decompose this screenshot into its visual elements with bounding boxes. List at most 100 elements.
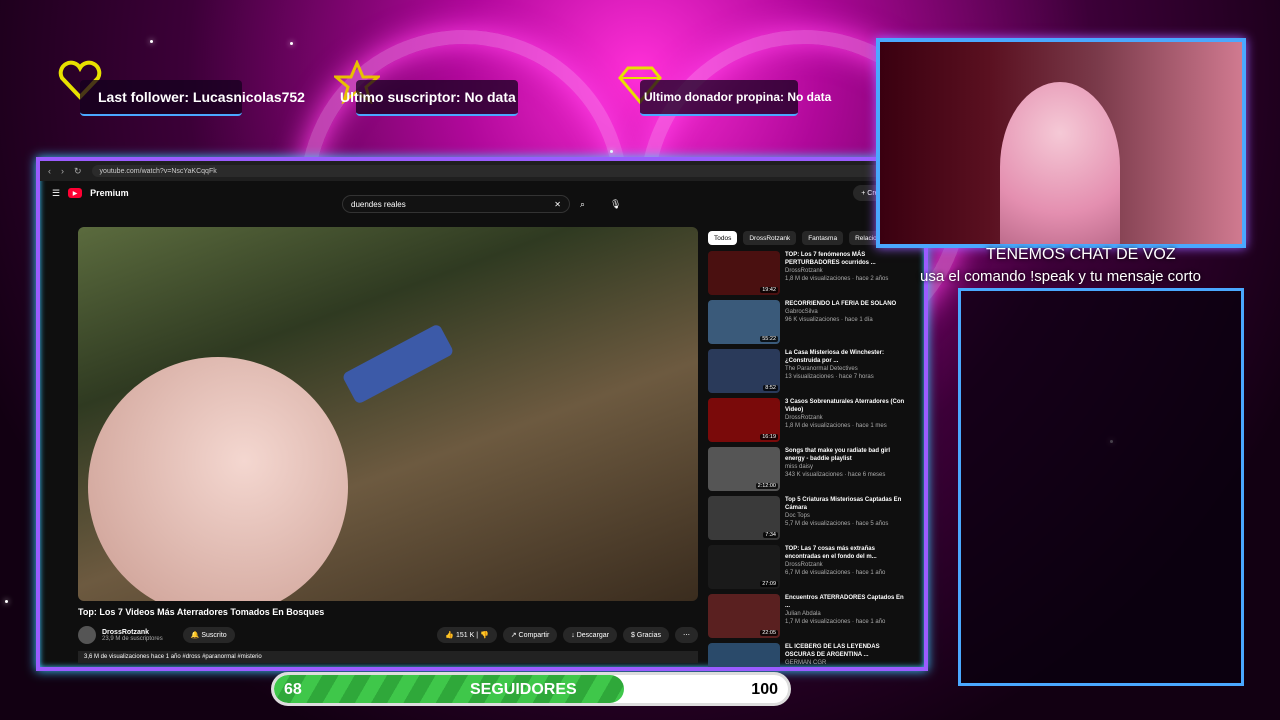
rec-meta: 343 K visualizaciones · hace 6 meses xyxy=(785,472,886,478)
rec-meta: 1,8 M de visualizaciones · hace 2 años xyxy=(785,276,889,282)
channel-row: DrossRotzank 23,9 M de suscriptores 🔔 Su… xyxy=(78,623,698,647)
rec-info: RECORRIENDO LA FERIA DE SOLANO GabrocSilv… xyxy=(785,300,896,346)
rec-thumbnail[interactable]: 27:09 xyxy=(708,545,780,589)
rec-info: La Casa Misteriosa de Winchester: ¿Const… xyxy=(785,349,908,395)
address-bar[interactable]: youtube.com/watch?v=NscYaKCqqFk xyxy=(91,165,898,177)
recommendation-item[interactable]: 2:12:00 Songs that make you radiate bad g… xyxy=(708,447,908,493)
channel-name[interactable]: DrossRotzank xyxy=(102,629,163,636)
rec-title[interactable]: TOP: Los 7 fenómenos MÁS PERTURBADORES o… xyxy=(785,251,908,267)
subscribe-button[interactable]: 🔔 Suscrito xyxy=(182,627,235,643)
search-value: duendes reales xyxy=(351,199,406,209)
rec-meta: 96 K visualizaciones · hace 1 día xyxy=(785,317,873,323)
rec-channel[interactable]: DrossRotzank xyxy=(785,267,908,275)
last-follower-alert: Last follower: Lucasnicolas752 xyxy=(80,80,305,116)
menu-icon[interactable]: ☰ xyxy=(52,188,60,199)
rec-channel[interactable]: DrossRotzank xyxy=(785,561,908,569)
recommendation-item[interactable]: 16:19 3 Casos Sobrenaturales Aterradores … xyxy=(708,398,908,444)
rec-title[interactable]: Encuentros ATERRADORES Captados En ... xyxy=(785,594,908,610)
rec-title[interactable]: RECORRIENDO LA FERIA DE SOLANO xyxy=(785,300,896,308)
like-button[interactable]: 👍 151 K | 👎 xyxy=(437,627,497,643)
rec-info: TOP: Los 7 fenómenos MÁS PERTURBADORES o… xyxy=(785,251,908,297)
sparkle xyxy=(150,40,153,43)
followers-label: SEGUIDORES xyxy=(470,681,577,698)
rec-duration: 8:52 xyxy=(763,385,778,391)
download-button[interactable]: ↓ Descargar xyxy=(563,627,618,643)
recommendations-list: 19:42 TOP: Los 7 fenómenos MÁS PERTURBADO… xyxy=(708,251,908,667)
rec-thumbnail[interactable]: 22:05 xyxy=(708,594,780,638)
rec-channel[interactable]: The Paranormal Detectives xyxy=(785,365,908,373)
more-icon[interactable]: ⋯ xyxy=(675,627,698,643)
rec-title[interactable]: 3 Casos Sobrenaturales Aterradores (Con … xyxy=(785,398,908,414)
rec-title[interactable]: Songs that make you radiate bad girl ene… xyxy=(785,447,908,463)
followers-goal: 100 xyxy=(751,681,778,698)
recommendation-item[interactable]: 8:52 La Casa Misteriosa de Winchester: ¿C… xyxy=(708,349,908,395)
rec-duration: 22:05 xyxy=(760,630,778,636)
browser-window: ‹ › ↻ youtube.com/watch?v=NscYaKCqqFk ▦ … xyxy=(36,157,928,671)
last-follower-text: Last follower: Lucasnicolas752 xyxy=(98,89,305,105)
rec-duration: 2:12:00 xyxy=(755,483,778,489)
recommendation-item[interactable]: 19:42 TOP: Los 7 fenómenos MÁS PERTURBADO… xyxy=(708,251,908,297)
video-description[interactable]: 3,6 M de visualizaciones hace 1 año #dro… xyxy=(78,651,698,663)
rec-channel[interactable]: GabrocSilva xyxy=(785,308,896,316)
rec-channel[interactable]: miss daisy xyxy=(785,463,908,471)
recommendation-item[interactable]: 22:05 Encuentros ATERRADORES Captados En … xyxy=(708,594,908,640)
rec-channel[interactable]: GERMAN CGR xyxy=(785,659,908,667)
rec-title[interactable]: La Casa Misteriosa de Winchester: ¿Const… xyxy=(785,349,908,365)
video-player[interactable] xyxy=(78,227,698,601)
youtube-logo-icon[interactable]: ▶ xyxy=(68,188,83,198)
rec-thumbnail[interactable]: 7:34 xyxy=(708,496,780,540)
rec-thumbnail[interactable]: 16:19 xyxy=(708,398,780,442)
channel-avatar[interactable] xyxy=(78,626,96,644)
rec-info: TOP: Las 7 cosas más extrañas encontrada… xyxy=(785,545,908,591)
rec-meta: 5,7 M de visualizaciones · hace 5 años xyxy=(785,521,889,527)
rec-thumbnail[interactable]: 2:12:00 xyxy=(708,447,780,491)
rec-info: Encuentros ATERRADORES Captados En ... Ju… xyxy=(785,594,908,640)
chip-todos[interactable]: Todos xyxy=(708,231,738,245)
recommendation-item[interactable]: 55:22 RECORRIENDO LA FERIA DE SOLANO Gabro… xyxy=(708,300,908,346)
rec-channel[interactable]: Julian Abdala xyxy=(785,610,908,618)
back-icon[interactable]: ‹ xyxy=(48,166,51,176)
rec-meta: 13 visualizaciones · hace 7 horas xyxy=(785,374,874,380)
rec-info: Top 5 Criaturas Misteriosas Captadas En … xyxy=(785,496,908,542)
chip-drossrotzank[interactable]: DrossRotzank xyxy=(743,231,797,245)
rec-duration: 55:22 xyxy=(760,336,778,342)
mic-icon[interactable]: 🎙 xyxy=(610,199,621,210)
thanks-button[interactable]: $ Gracias xyxy=(623,627,669,643)
chip-fantasma[interactable]: Fantasma xyxy=(802,231,844,245)
clear-icon[interactable]: ✕ xyxy=(554,200,561,209)
reload-icon[interactable]: ↻ xyxy=(74,166,82,177)
search-icon[interactable]: ⌕ xyxy=(580,199,585,210)
last-donor-alert: Ultimo donador propina: No data xyxy=(640,80,831,116)
forward-icon[interactable]: › xyxy=(61,166,64,176)
rec-thumbnail[interactable]: 19:42 xyxy=(708,251,780,295)
follower-goal-bar: 68 SEGUIDORES 100 xyxy=(271,672,791,706)
rec-thumbnail[interactable]: 55:22 xyxy=(708,300,780,344)
rec-channel[interactable]: DrossRotzank xyxy=(785,414,908,422)
rec-title[interactable]: EL ICEBERG DE LAS LEYENDAS OSCURAS DE AR… xyxy=(785,643,908,659)
rec-info: 3 Casos Sobrenaturales Aterradores (Con … xyxy=(785,398,908,444)
recommendation-item[interactable]: EL ICEBERG DE LAS LEYENDAS OSCURAS DE AR… xyxy=(708,643,908,667)
recommendation-item[interactable]: 7:34 Top 5 Criaturas Misteriosas Captadas… xyxy=(708,496,908,542)
hand-image xyxy=(88,357,348,601)
url-text: youtube.com/watch?v=NscYaKCqqFk xyxy=(99,167,217,175)
rec-thumbnail[interactable] xyxy=(708,643,780,667)
browser-toolbar: ‹ › ↻ youtube.com/watch?v=NscYaKCqqFk ▦ xyxy=(40,161,924,181)
rec-title[interactable]: TOP: Las 7 cosas más extrañas encontrada… xyxy=(785,545,908,561)
rec-info: Songs that make you radiate bad girl ene… xyxy=(785,447,908,493)
rec-duration: 7:34 xyxy=(763,532,778,538)
search-input[interactable]: duendes reales ✕ xyxy=(342,195,570,213)
streamer-image xyxy=(1000,82,1120,244)
rec-channel[interactable]: Doc Tops xyxy=(785,512,908,520)
sparkle xyxy=(290,42,293,45)
rec-meta: 1,8 M de visualizaciones · hace 1 mes xyxy=(785,423,887,429)
rec-meta: 6,7 M de visualizaciones · hace 1 año xyxy=(785,570,886,576)
rec-thumbnail[interactable]: 8:52 xyxy=(708,349,780,393)
share-button[interactable]: ↗ Compartir xyxy=(502,627,558,643)
rec-title[interactable]: Top 5 Criaturas Misteriosas Captadas En … xyxy=(785,496,908,512)
recommendation-item[interactable]: 27:09 TOP: Las 7 cosas más extrañas encon… xyxy=(708,545,908,591)
last-subscriber-text: Ultimo suscriptor: No data xyxy=(340,89,516,105)
knife-image xyxy=(341,323,455,405)
rec-duration: 16:19 xyxy=(760,434,778,440)
rec-duration: 19:42 xyxy=(760,287,778,293)
webcam-feed xyxy=(876,38,1246,248)
